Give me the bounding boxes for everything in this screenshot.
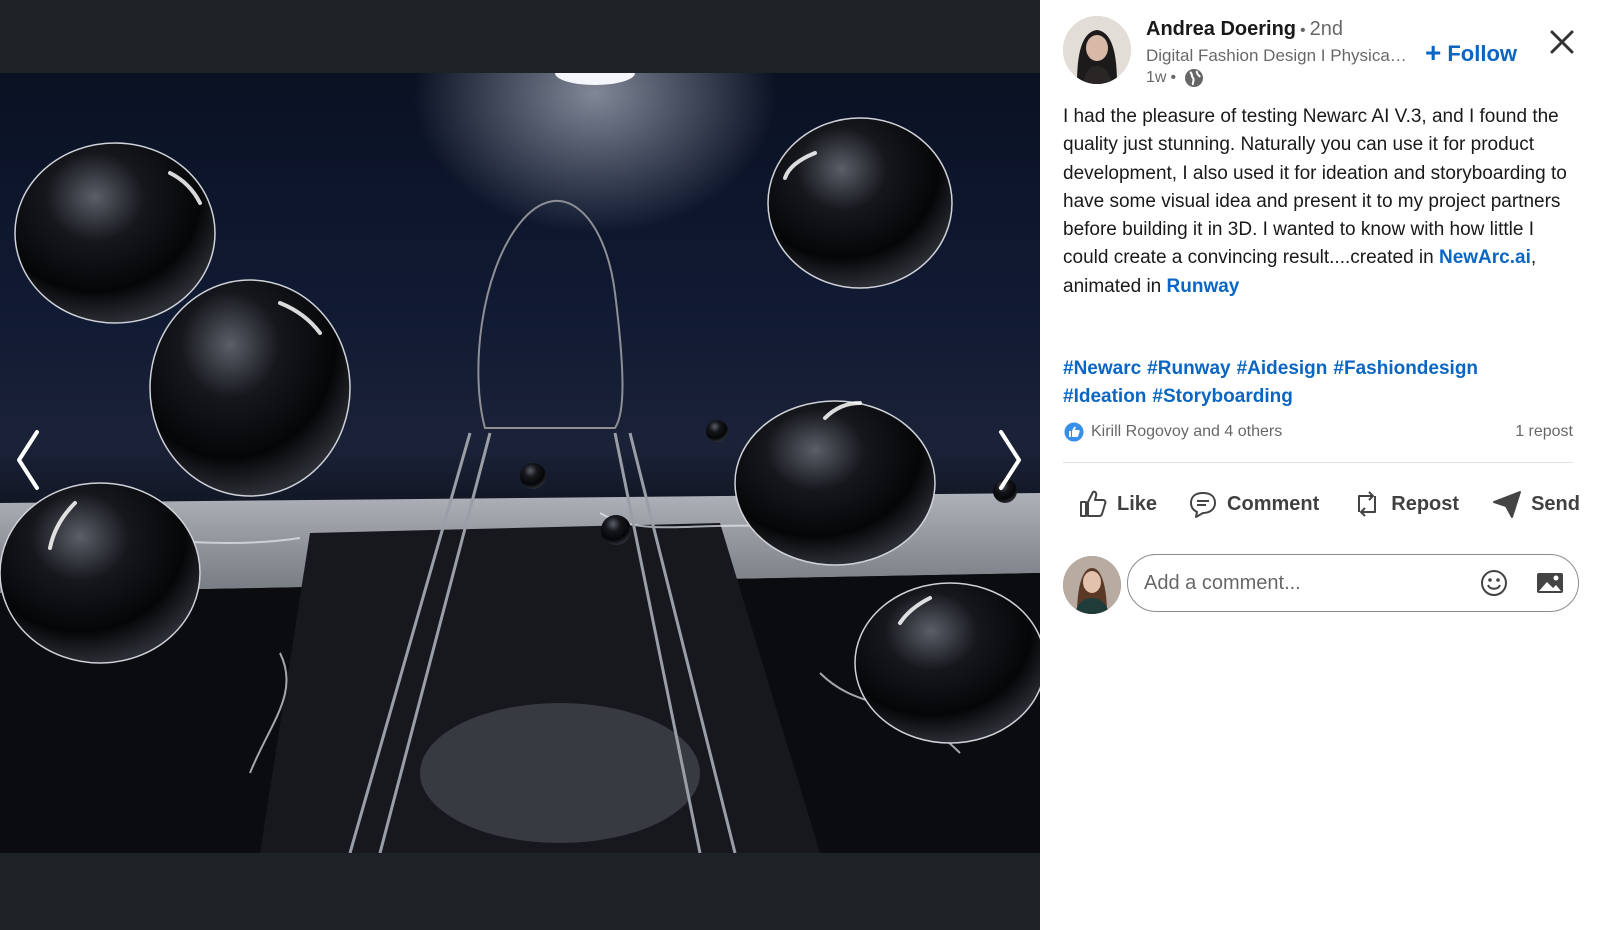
action-bar: Like Comment Repost Send xyxy=(1063,478,1593,530)
repost-label: Repost xyxy=(1391,492,1460,515)
follow-button[interactable]: + Follow xyxy=(1425,38,1517,70)
post-meta: 1w • xyxy=(1146,68,1204,88)
chevron-right-icon xyxy=(999,430,1021,490)
divider xyxy=(1063,462,1573,463)
repost-icon xyxy=(1358,491,1377,517)
hashtag-link[interactable]: #Runway xyxy=(1147,358,1230,379)
post-image-artwork xyxy=(0,73,1040,853)
author-headline: Digital Fashion Design I Physical Fashio… xyxy=(1146,46,1408,65)
post-image xyxy=(0,73,1040,853)
post-time: 1w xyxy=(1146,69,1167,86)
comment-label: Comment xyxy=(1227,492,1320,515)
send-label: Send xyxy=(1531,492,1580,515)
send-button[interactable]: Send xyxy=(1481,478,1590,530)
link-runway[interactable]: Runway xyxy=(1167,276,1240,297)
next-image-button[interactable] xyxy=(990,420,1030,500)
follow-label: Follow xyxy=(1447,41,1518,66)
current-user-avatar-image xyxy=(1063,556,1121,614)
emoji-button[interactable] xyxy=(1478,567,1510,599)
image-icon xyxy=(1537,573,1563,593)
reactions-count[interactable]: Kirill Rogovoy and 4 others xyxy=(1091,423,1282,441)
separator-dot: • xyxy=(1300,22,1306,39)
separator-dot: • xyxy=(1170,69,1177,86)
author-avatar-image xyxy=(1063,16,1131,84)
comment-box xyxy=(1127,554,1579,612)
like-button[interactable]: Like xyxy=(1067,478,1167,530)
repost-button[interactable]: Repost xyxy=(1341,478,1469,530)
media-viewer xyxy=(0,0,1040,930)
comment-icon xyxy=(1190,492,1217,518)
previous-image-button[interactable] xyxy=(8,420,48,500)
hashtag-link[interactable]: #Ideation xyxy=(1063,386,1146,407)
send-icon xyxy=(1493,491,1522,518)
like-label: Like xyxy=(1117,492,1158,515)
social-counts: Kirill Rogovoy and 4 others 1 repost xyxy=(1063,418,1573,446)
like-reaction-icon xyxy=(1063,421,1085,443)
hashtag-link[interactable]: #Aidesign xyxy=(1237,358,1328,379)
comment-input[interactable] xyxy=(1142,570,1466,596)
close-button[interactable] xyxy=(1546,26,1578,58)
emoji-icon xyxy=(1481,570,1507,596)
chevron-left-icon xyxy=(17,430,39,490)
hashtag-link[interactable]: #Storyboarding xyxy=(1152,386,1292,407)
link-newarc[interactable]: NewArc.ai xyxy=(1439,247,1531,268)
current-user-avatar[interactable] xyxy=(1063,556,1121,614)
close-icon xyxy=(1550,30,1574,54)
hashtag-list: #Newarc #Runway #Aidesign #Fashiondesign #Id… xyxy=(1063,355,1573,411)
connection-degree: 2nd xyxy=(1309,18,1344,40)
post-details-panel: Andrea Doering • 2nd Digital Fashion Desig… xyxy=(1040,0,1600,930)
plus-icon: + xyxy=(1425,37,1442,68)
hashtag-link[interactable]: #Newarc xyxy=(1063,358,1141,379)
author-avatar[interactable] xyxy=(1063,16,1131,84)
post-text-part: I had the pleasure of testing Newarc AI … xyxy=(1063,106,1567,269)
comment-button[interactable]: Comment xyxy=(1177,478,1329,530)
globe-icon xyxy=(1185,69,1204,87)
author-name[interactable]: Andrea Doering xyxy=(1146,18,1296,40)
author-line: Andrea Doering • 2nd xyxy=(1146,18,1343,41)
hashtag-link[interactable]: #Fashiondesign xyxy=(1333,358,1478,379)
post-body: I had the pleasure of testing Newarc AI … xyxy=(1063,103,1573,301)
reposts-count[interactable]: 1 repost xyxy=(1515,423,1573,441)
add-image-button[interactable] xyxy=(1534,567,1566,599)
thumbs-up-icon xyxy=(1080,490,1107,517)
